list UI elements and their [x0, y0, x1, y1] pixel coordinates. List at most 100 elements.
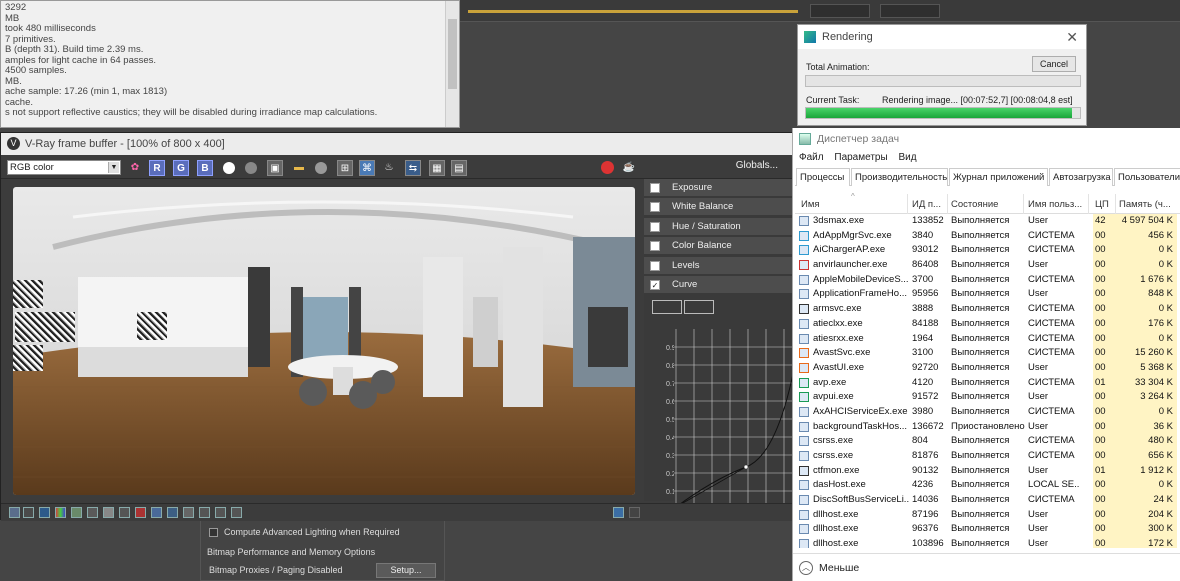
pixel-aspect-icon[interactable] [87, 507, 98, 518]
process-icon [799, 318, 809, 329]
save-image-icon[interactable]: ▣ [267, 160, 283, 176]
process-row[interactable]: AxAHCIServiceEx.exe 3980 Выполняется СИСТЕМ… [795, 404, 1180, 420]
srgb-icon[interactable] [71, 507, 82, 518]
process-row[interactable]: atieclxx.exe 84188 Выполняется СИСТЕМА 00 176… [795, 316, 1180, 332]
curve-preset-box[interactable] [652, 300, 682, 314]
open-folder-icon[interactable]: ▬ [291, 160, 307, 176]
correction-exposure[interactable]: Exposure [644, 179, 796, 197]
process-row[interactable]: atiesrxx.exe 1964 Выполняется СИСТЕМА 00 0 K [795, 331, 1180, 347]
blue-channel-button[interactable]: B [197, 160, 213, 176]
process-row[interactable]: ctfmon.exe 90132 Выполняется User 01 1 912 K [795, 463, 1180, 479]
zoom-icon[interactable] [119, 507, 130, 518]
column-memory[interactable]: Память (ч... [1119, 199, 1171, 210]
log-scroll-thumb[interactable] [448, 19, 457, 89]
correction-checkbox[interactable] [650, 260, 660, 271]
toolbar-field[interactable] [880, 4, 940, 18]
globals-button[interactable]: Globals... [736, 160, 778, 171]
setup-button[interactable]: Setup... [376, 563, 436, 578]
process-row[interactable]: avpui.exe 91572 Выполняется User 00 3 264 K [795, 390, 1180, 405]
correction-curve[interactable]: ✓ Curve [644, 276, 796, 294]
histogram-icon[interactable] [231, 507, 242, 518]
teapot-render-icon[interactable]: ♨ [381, 160, 397, 176]
process-row[interactable]: armsvc.exe 3888 Выполняется СИСТЕМА 00 0 K [795, 302, 1180, 317]
process-row[interactable]: AvastUI.exe 92720 Выполняется User 00 5 368 K [795, 360, 1180, 376]
red-channel-button[interactable]: R [149, 160, 165, 176]
curve-graph[interactable] [674, 329, 796, 509]
compute-lighting-checkbox[interactable] [209, 528, 218, 538]
process-row[interactable]: AdAppMgrSvc.exe 3840 Выполняется СИСТЕМА 00 4… [795, 228, 1180, 244]
process-row[interactable]: 3dsmax.exe 133852 Выполняется User 42 4 597 5… [795, 214, 1180, 229]
process-row[interactable]: ApplicationFrameHo... 95956 Выполняется Use… [795, 287, 1180, 303]
cancel-button[interactable]: Cancel [1032, 56, 1076, 72]
tab-processes[interactable]: Процессы [796, 168, 850, 186]
process-row[interactable]: DiscSoftBusServiceLi... 14036 Выполняется С… [795, 493, 1180, 508]
mono-white-icon[interactable] [223, 162, 235, 174]
render-teapot-icon[interactable]: ☕ [621, 160, 637, 176]
column-state[interactable]: Состояние [951, 199, 998, 210]
ab-compare-icon[interactable] [151, 507, 162, 518]
fewer-details-button[interactable]: Меньше [819, 562, 859, 574]
green-channel-button[interactable]: G [173, 160, 189, 176]
process-row[interactable]: dllhost.exe 96376 Выполняется User 00 300 K [795, 522, 1180, 538]
lens-effects-icon[interactable]: ▤ [451, 160, 467, 176]
lut-icon[interactable] [39, 507, 50, 518]
menu-file[interactable]: Файл [799, 152, 824, 163]
process-row[interactable]: backgroundTaskHos... 136672 Приостановлено… [795, 419, 1180, 435]
track-mouse-icon[interactable]: ⊞ [337, 160, 353, 176]
history-icon[interactable] [9, 507, 20, 518]
process-row[interactable]: anvirlauncher.exe 86408 Выполняется User 00 0… [795, 258, 1180, 273]
chevron-up-icon[interactable]: ︿ [799, 561, 813, 575]
close-icon[interactable]: ✕ [1066, 25, 1078, 49]
process-row[interactable]: dllhost.exe 87196 Выполняется User 00 204 K [795, 507, 1180, 523]
correction-checkbox[interactable] [650, 241, 660, 252]
mono-gray-icon[interactable] [245, 162, 257, 174]
menu-options[interactable]: Параметры [834, 152, 887, 163]
process-row[interactable]: dllhost.exe 103896 Выполняется User 00 172 K [795, 537, 1180, 548]
column-name[interactable]: Имя [801, 199, 820, 210]
info-icon[interactable] [23, 507, 34, 518]
column-pid[interactable]: ИД п... [912, 199, 941, 210]
column-cpu[interactable]: ЦП [1095, 199, 1109, 210]
correction-checkbox[interactable] [650, 221, 660, 232]
tab-startup[interactable]: Автозагрузка [1049, 168, 1113, 186]
correction-white-balance[interactable]: White Balance [644, 198, 796, 217]
process-row[interactable]: csrss.exe 804 Выполняется СИСТЕМА 00 480 K [795, 434, 1180, 449]
correction-color-balance[interactable]: Color Balance [644, 237, 796, 256]
tab-app-history[interactable]: Журнал приложений [949, 168, 1048, 186]
vertical-flip-icon[interactable] [215, 507, 226, 518]
process-row[interactable]: AvastSvc.exe 3100 Выполняется СИСТЕМА 00 15 2… [795, 346, 1180, 361]
region-render-icon[interactable]: ⌘ [359, 160, 375, 176]
tab-performance[interactable]: Производительность [851, 168, 948, 186]
process-row[interactable]: AiChargerAP.exe 93012 Выполняется СИСТЕМА 00… [795, 243, 1180, 259]
process-row[interactable]: csrss.exe 81876 Выполняется СИСТЕМА 00 656 K [795, 449, 1180, 464]
correction-hue-saturation[interactable]: Hue / Saturation [644, 217, 796, 236]
color-channels-icon[interactable]: ✿ [127, 160, 143, 176]
lens-icon[interactable] [183, 507, 194, 518]
menu-view[interactable]: Вид [898, 152, 916, 163]
curve-preset-box[interactable] [684, 300, 714, 314]
dock-toggle-icon[interactable] [629, 507, 640, 518]
correction-checkbox[interactable] [650, 202, 660, 213]
process-row[interactable]: dasHost.exe 4236 Выполняется LOCAL SE... 00 0… [795, 478, 1180, 494]
column-user[interactable]: Имя польз... [1028, 199, 1082, 210]
channel-icon[interactable] [167, 507, 178, 518]
process-row[interactable]: AppleMobileDeviceS... 3700 Выполняется СИСТ… [795, 272, 1180, 288]
tab-users[interactable]: Пользователи [1114, 168, 1180, 186]
correction-levels[interactable]: Levels [644, 256, 796, 275]
stamp-icon[interactable] [103, 507, 114, 518]
compare-icon[interactable] [135, 507, 146, 518]
color-correction-icon[interactable]: ▦ [429, 160, 445, 176]
stop-render-icon[interactable] [601, 161, 614, 174]
compute-lighting-option[interactable]: Compute Advanced Lighting when Required [209, 527, 400, 538]
correction-checkbox[interactable]: ✓ [650, 280, 660, 290]
panel-toggle-icon[interactable] [613, 507, 624, 518]
process-row[interactable]: avp.exe 4120 Выполняется СИСТЕМА 01 33 304 K [795, 375, 1180, 391]
horizontal-flip-icon[interactable] [199, 507, 210, 518]
channel-select[interactable]: RGB color ▼ [7, 160, 121, 175]
ocio-icon[interactable] [55, 507, 66, 518]
correction-checkbox[interactable] [650, 183, 660, 193]
log-scrollbar[interactable] [445, 1, 459, 127]
toolbar-field[interactable] [810, 4, 870, 18]
clear-image-icon[interactable] [315, 162, 327, 174]
link-icon[interactable]: ⇆ [405, 160, 421, 176]
